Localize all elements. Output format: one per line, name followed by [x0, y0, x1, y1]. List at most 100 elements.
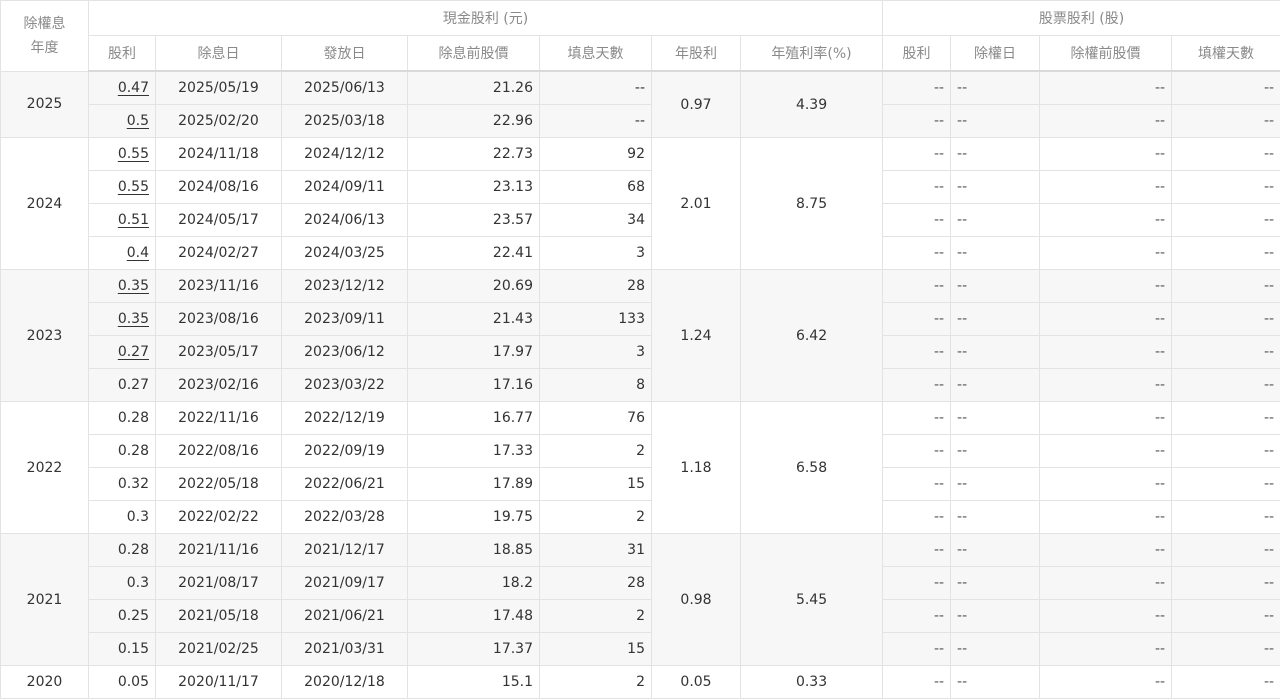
table-row: 0.272023/02/162023/03/2217.168--------	[1, 369, 1280, 402]
ex-rights-date-cell: --	[951, 468, 1040, 501]
year-cell: 2025	[1, 71, 89, 138]
cash-dividend-link[interactable]: 0.35	[118, 311, 149, 327]
rights-fill-days-cell: --	[1172, 567, 1280, 600]
ex-rights-date-cell: --	[951, 336, 1040, 369]
price-before-rights-cell: --	[1040, 369, 1172, 402]
rights-fill-days-cell: --	[1172, 237, 1280, 270]
price-before-rights-cell: --	[1040, 633, 1172, 666]
fill-days-cell: 31	[540, 534, 652, 567]
payment-date-cell: 2022/09/19	[282, 435, 408, 468]
col-stock-dividend: 股利	[883, 36, 951, 72]
ex-rights-date-cell: --	[951, 435, 1040, 468]
cash-dividend-cell: 0.28	[89, 435, 156, 468]
stock-dividend-cell: --	[883, 600, 951, 633]
col-payment-date: 發放日	[282, 36, 408, 72]
ex-dividend-date-cell: 2023/08/16	[156, 303, 282, 336]
ex-dividend-date-cell: 2023/02/16	[156, 369, 282, 402]
cash-dividend-value: 0.25	[118, 608, 149, 624]
fill-days-cell: 28	[540, 270, 652, 303]
rights-fill-days-cell: --	[1172, 204, 1280, 237]
price-before-rights-cell: --	[1040, 435, 1172, 468]
cash-dividend-cell: 0.47	[89, 71, 156, 105]
cash-dividend-link[interactable]: 0.51	[118, 212, 149, 228]
year-cell: 2023	[1, 270, 89, 402]
stock-dividend-cell: --	[883, 468, 951, 501]
fill-days-cell: 68	[540, 171, 652, 204]
cash-dividend-link[interactable]: 0.55	[118, 179, 149, 195]
fill-days-cell: 2	[540, 501, 652, 534]
col-ex-rights-date: 除權日	[951, 36, 1040, 72]
price-before-ex-cell: 22.73	[408, 138, 540, 171]
ex-dividend-date-cell: 2024/02/27	[156, 237, 282, 270]
payment-date-cell: 2023/09/11	[282, 303, 408, 336]
price-before-ex-cell: 17.16	[408, 369, 540, 402]
fill-days-cell: 2	[540, 435, 652, 468]
cash-dividend-link[interactable]: 0.4	[127, 245, 149, 261]
annual-yield-cell: 4.39	[741, 71, 883, 138]
stock-dividend-cell: --	[883, 402, 951, 435]
fill-days-cell: 3	[540, 336, 652, 369]
ex-rights-date-cell: --	[951, 138, 1040, 171]
price-before-rights-cell: --	[1040, 402, 1172, 435]
annual-dividend-cell: 0.98	[652, 534, 741, 666]
stock-dividend-cell: --	[883, 336, 951, 369]
ex-dividend-date-cell: 2022/02/22	[156, 501, 282, 534]
table-row: 0.42024/02/272024/03/2522.413--------	[1, 237, 1280, 270]
col-price-before-rights: 除權前股價	[1040, 36, 1172, 72]
stock-dividend-cell: --	[883, 237, 951, 270]
table-row: 0.552024/08/162024/09/1123.1368--------	[1, 171, 1280, 204]
annual-yield-cell: 8.75	[741, 138, 883, 270]
table-row: 0.252021/05/182021/06/2117.482--------	[1, 600, 1280, 633]
col-annual-dividend: 年股利	[652, 36, 741, 72]
price-before-rights-cell: --	[1040, 600, 1172, 633]
price-before-ex-cell: 18.2	[408, 567, 540, 600]
col-rights-fill-days: 填權天數	[1172, 36, 1280, 72]
annual-yield-cell: 6.58	[741, 402, 883, 534]
rights-fill-days-cell: --	[1172, 105, 1280, 138]
cash-dividend-link[interactable]: 0.5	[127, 113, 149, 129]
cash-dividend-value: 0.27	[118, 377, 149, 393]
fill-days-cell: 15	[540, 468, 652, 501]
table-body: 20250.472025/05/192025/06/1321.26--0.974…	[1, 71, 1280, 699]
cash-dividend-cell: 0.3	[89, 567, 156, 600]
cash-dividend-link[interactable]: 0.55	[118, 146, 149, 162]
fill-days-cell: 3	[540, 237, 652, 270]
payment-date-cell: 2024/03/25	[282, 237, 408, 270]
annual-dividend-cell: 1.18	[652, 402, 741, 534]
payment-date-cell: 2024/09/11	[282, 171, 408, 204]
rights-fill-days-cell: --	[1172, 468, 1280, 501]
stock-dividend-cell: --	[883, 435, 951, 468]
stock-dividend-group-header: 股票股利 (股)	[883, 1, 1280, 36]
cash-dividend-link[interactable]: 0.47	[118, 80, 149, 96]
price-before-rights-cell: --	[1040, 303, 1172, 336]
price-before-ex-cell: 22.41	[408, 237, 540, 270]
payment-date-cell: 2021/12/17	[282, 534, 408, 567]
col-ex-dividend-date: 除息日	[156, 36, 282, 72]
fill-days-cell: 2	[540, 600, 652, 633]
price-before-ex-cell: 23.13	[408, 171, 540, 204]
price-before-ex-cell: 17.97	[408, 336, 540, 369]
rights-fill-days-cell: --	[1172, 633, 1280, 666]
payment-date-cell: 2025/06/13	[282, 71, 408, 105]
rights-fill-days-cell: --	[1172, 270, 1280, 303]
cash-dividend-link[interactable]: 0.27	[118, 344, 149, 360]
price-before-rights-cell: --	[1040, 270, 1172, 303]
stock-dividend-cell: --	[883, 567, 951, 600]
rights-fill-days-cell: --	[1172, 369, 1280, 402]
ex-dividend-date-cell: 2023/11/16	[156, 270, 282, 303]
cash-dividend-cell: 0.35	[89, 270, 156, 303]
price-before-rights-cell: --	[1040, 204, 1172, 237]
cash-dividend-value: 0.3	[127, 509, 149, 525]
cash-dividend-link[interactable]: 0.35	[118, 278, 149, 294]
table-header: 除權息 年度 現金股利 (元) 股票股利 (股) 股利 除息日 發放日 除息前股…	[1, 1, 1280, 72]
cash-dividend-cell: 0.55	[89, 171, 156, 204]
rights-fill-days-cell: --	[1172, 171, 1280, 204]
price-before-rights-cell: --	[1040, 138, 1172, 171]
col-fill-days: 填息天數	[540, 36, 652, 72]
cash-dividend-cell: 0.35	[89, 303, 156, 336]
stock-dividend-cell: --	[883, 534, 951, 567]
ex-rights-date-cell: --	[951, 303, 1040, 336]
stock-dividend-cell: --	[883, 71, 951, 105]
table-row: 20250.472025/05/192025/06/1321.26--0.974…	[1, 71, 1280, 105]
cash-dividend-cell: 0.4	[89, 237, 156, 270]
